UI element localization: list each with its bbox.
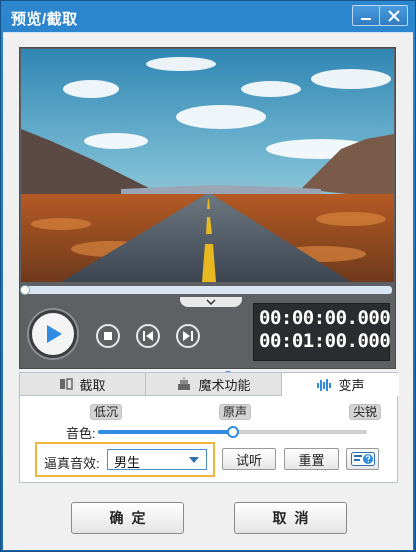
pitch-label: 音色: [66, 426, 96, 441]
play-button[interactable] [29, 310, 77, 358]
help-button[interactable] [346, 448, 379, 470]
pitch-low-label: 低沉 [90, 404, 123, 420]
tab-trim[interactable]: 截取 [20, 373, 146, 396]
current-time: 00:00:00.000 [259, 307, 391, 329]
tab-voice-changer[interactable]: 变声 [282, 373, 399, 396]
tab-magic[interactable]: 魔术功能 [146, 373, 282, 396]
minimize-button[interactable] [352, 5, 380, 26]
trim-icon [60, 378, 74, 390]
tab-voice-changer-label: 变声 [338, 378, 365, 393]
title-bar[interactable]: 预览/截取 [1, 1, 415, 32]
pitch-slider[interactable] [98, 426, 367, 438]
listen-button[interactable]: 试听 [222, 448, 276, 470]
video-frame-image [21, 49, 394, 282]
minimize-icon [361, 17, 371, 20]
time-display: 00:00:00.000 00:01:00.000 [253, 303, 391, 361]
reset-button[interactable]: 重置 [284, 448, 339, 470]
next-frame-icon [183, 331, 193, 341]
tab-trim-label: 截取 [79, 377, 106, 393]
collapse-chevron-icon [206, 299, 216, 305]
pitch-fill [98, 430, 233, 434]
playback-progress-bar[interactable] [20, 285, 392, 295]
stop-button[interactable] [96, 324, 120, 348]
dialog-body: 00:00:00.000 00:01:00.000 截取 魔术功能 变声 低沉 … [3, 32, 413, 550]
collapse-toggle[interactable] [180, 297, 242, 307]
pitch-knob[interactable] [226, 426, 239, 438]
voice-effect-value: 男生 [114, 455, 141, 470]
voice-wave-icon [317, 378, 332, 391]
stop-icon [104, 332, 112, 340]
total-time: 00:01:00.000 [259, 330, 391, 352]
previous-frame-button[interactable] [136, 324, 160, 348]
video-preview[interactable] [21, 49, 394, 282]
preview-trim-window: 预览/截取 00:00:00.000 00:01:00.000 截取 魔术功能 … [0, 0, 416, 552]
progress-knob[interactable] [20, 285, 30, 295]
voice-effect-select[interactable]: 男生 [107, 449, 207, 470]
voice-effect-group: 逼真音效: 男生 [35, 442, 215, 477]
tab-magic-label: 魔术功能 [198, 377, 251, 393]
function-tabs-panel: 截取 魔术功能 变声 低沉 原声 尖锐 音色: 逼真音效: 男生 试听 重置 [19, 372, 399, 483]
close-icon [387, 9, 400, 22]
window-title: 预览/截取 [11, 11, 78, 28]
next-frame-button[interactable] [176, 324, 200, 348]
ok-button[interactable]: 确定 [71, 502, 184, 534]
cancel-button[interactable]: 取消 [234, 502, 347, 534]
dropdown-arrow-icon [189, 457, 199, 463]
video-player: 00:00:00.000 00:01:00.000 [19, 47, 396, 383]
play-icon [47, 325, 62, 343]
previous-frame-icon [143, 331, 153, 341]
voice-effect-label: 逼真音效: [44, 456, 100, 471]
help-icon [350, 452, 375, 466]
close-button[interactable] [379, 5, 408, 26]
pitch-high-label: 尖锐 [349, 404, 382, 420]
pitch-mid-label: 原声 [219, 404, 252, 420]
magic-icon [178, 377, 191, 390]
